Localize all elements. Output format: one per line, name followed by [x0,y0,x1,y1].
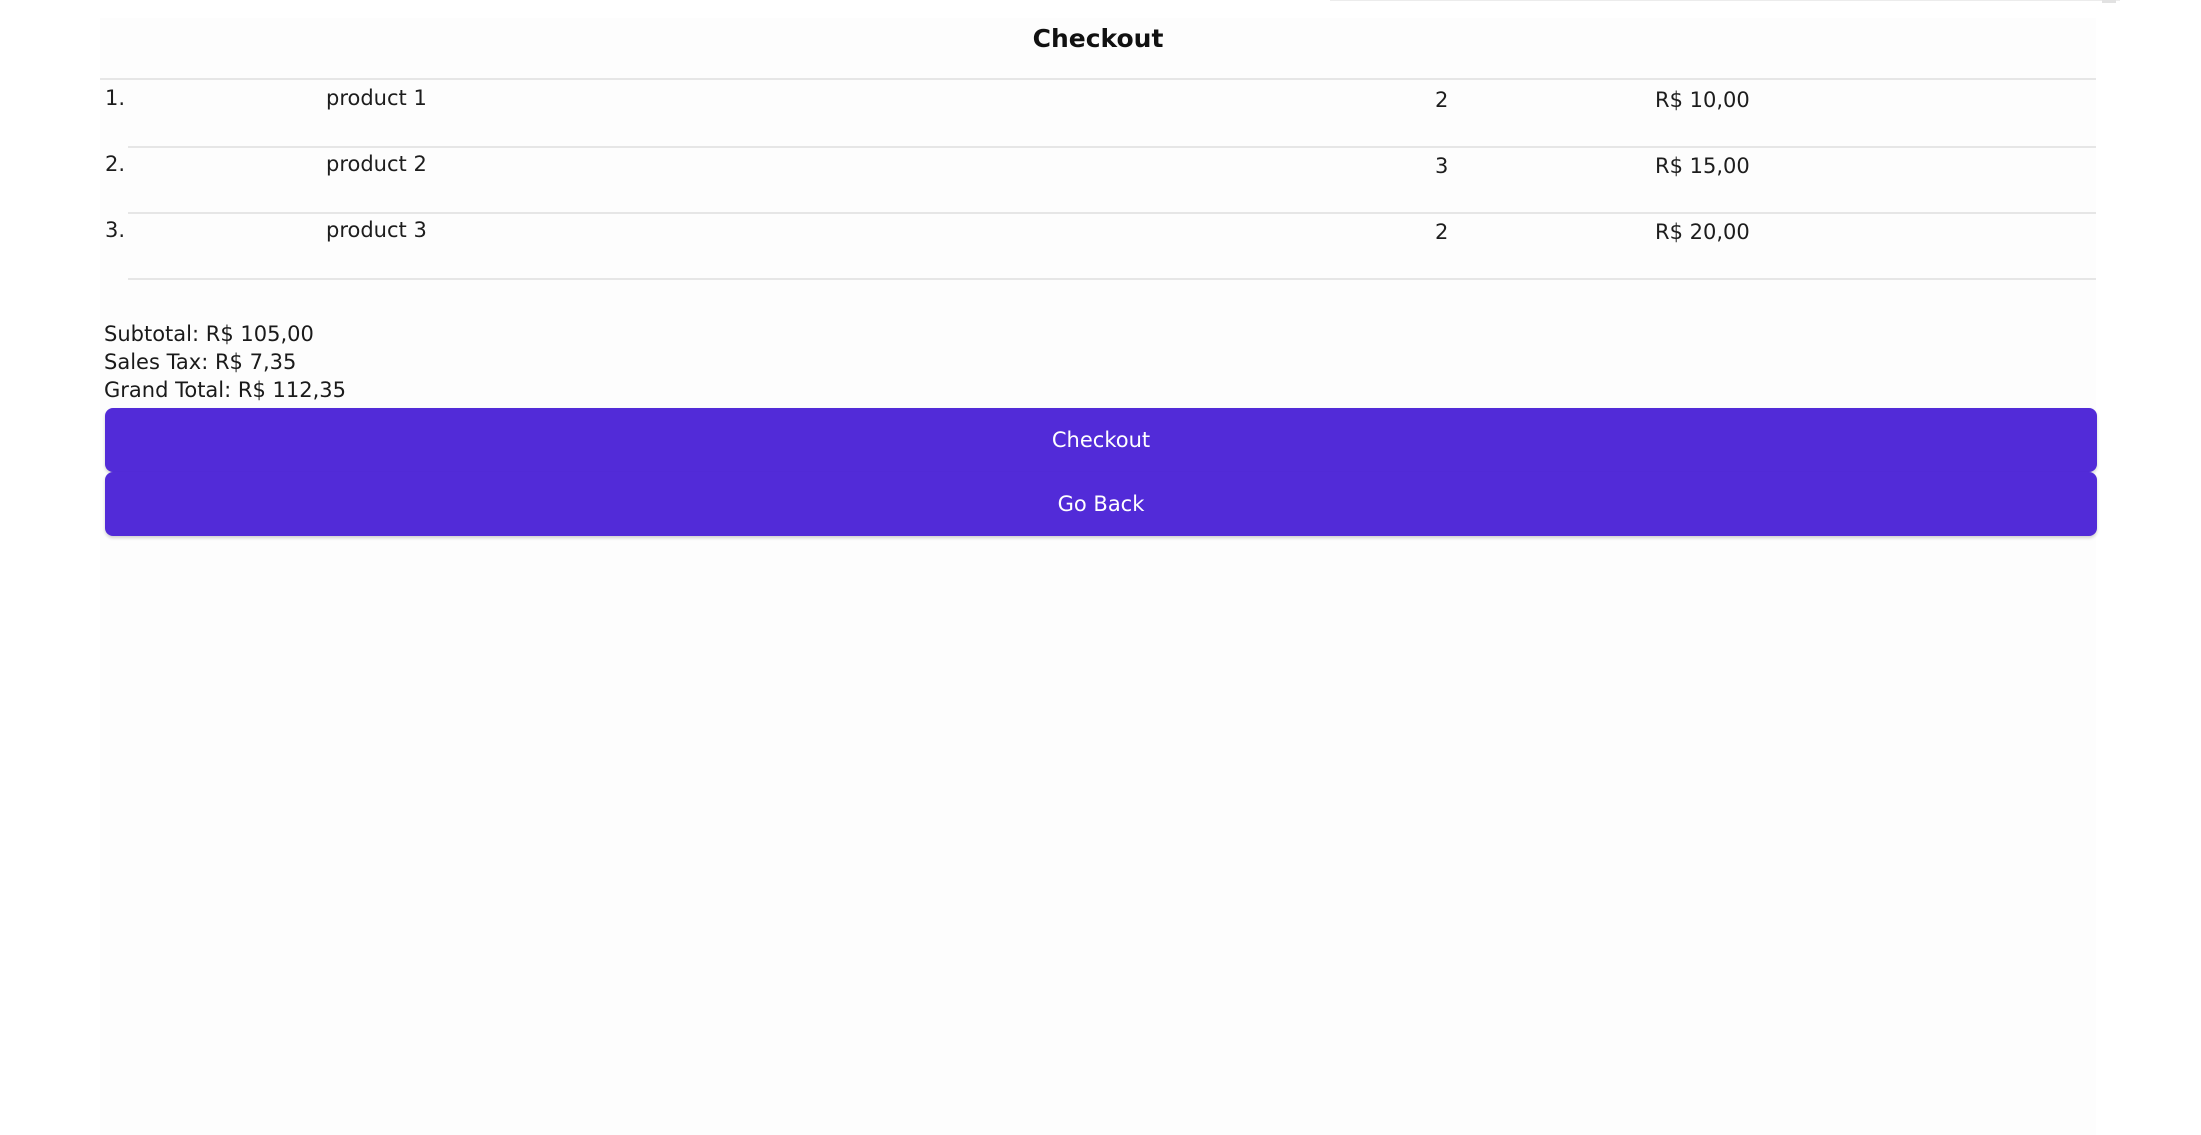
product-name: product 3 [326,218,427,242]
sales-tax: Sales Tax: R$ 7,35 [104,350,297,374]
row-index: 3. [105,218,126,242]
row-index: 2. [105,152,126,176]
window-corner-mark [2102,0,2116,3]
cart-row: 1. product 1 2 R$ 10,00 [100,82,2096,148]
grand-total: Grand Total: R$ 112,35 [104,378,346,402]
cart-row: 2. product 2 3 R$ 15,00 [100,148,2096,214]
product-price: R$ 10,00 [1655,88,1750,112]
product-price: R$ 15,00 [1655,154,1750,178]
cart-row: 3. product 3 2 R$ 20,00 [100,214,2096,280]
product-quantity: 2 [1435,88,1449,112]
subtotal: Subtotal: R$ 105,00 [104,322,314,346]
top-divider [1330,0,2120,1]
product-name: product 2 [326,152,427,176]
row-index: 1. [105,86,126,110]
title-divider [100,78,2096,80]
checkout-button[interactable]: Checkout [105,408,2097,472]
product-price: R$ 20,00 [1655,220,1750,244]
row-divider [128,278,2096,280]
product-quantity: 3 [1435,154,1449,178]
product-quantity: 2 [1435,220,1449,244]
page-title: Checkout [1032,24,1164,53]
product-name: product 1 [326,86,427,110]
go-back-button[interactable]: Go Back [105,472,2097,536]
order-summary: Subtotal: R$ 105,00 Sales Tax: R$ 7,35 G… [104,320,346,404]
